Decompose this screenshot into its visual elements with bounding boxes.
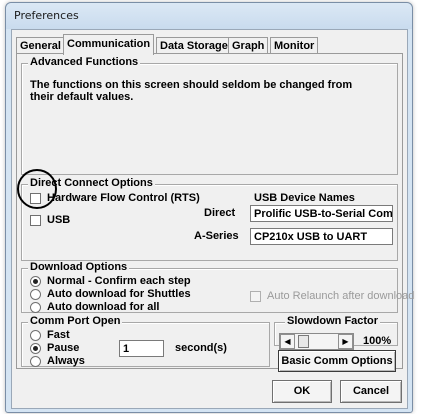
- advanced-functions-group: Advanced Functions The functions on this…: [21, 56, 398, 175]
- ok-button[interactable]: OK: [272, 380, 332, 403]
- download-options-group: Download Options Normal - Confirm each s…: [21, 261, 414, 313]
- basic-comm-options-button[interactable]: Basic Comm Options: [278, 350, 396, 372]
- window-title: Preferences: [14, 9, 79, 22]
- direct-device-field[interactable]: Prolific USB-to-Serial Comm Port: [250, 205, 393, 222]
- direct-label: Direct: [204, 207, 236, 219]
- download-all-radio[interactable]: [30, 302, 41, 313]
- comm-always-label[interactable]: Always: [47, 355, 85, 367]
- seconds-label: second(s): [175, 342, 227, 354]
- usb-device-names-label: USB Device Names: [254, 192, 355, 204]
- usb-label[interactable]: USB: [47, 214, 70, 226]
- comm-always-radio[interactable]: [30, 356, 41, 367]
- title-bar[interactable]: Preferences: [6, 3, 412, 29]
- comm-port-group: Comm Port Open Fast Pause Always 1 secon…: [21, 315, 270, 367]
- comm-fast-radio[interactable]: [30, 330, 41, 341]
- comm-fast-label[interactable]: Fast: [47, 329, 70, 341]
- scroll-left-icon[interactable]: ◀: [280, 334, 295, 349]
- download-options-legend: Download Options: [28, 261, 130, 273]
- slowdown-thumb[interactable]: [298, 335, 309, 348]
- direct-connect-group: Direct Connect Options Hardware Flow Con…: [21, 177, 398, 261]
- slowdown-value: 100%: [363, 335, 392, 347]
- download-normal-radio[interactable]: [30, 276, 41, 287]
- communication-panel: Advanced Functions The functions on this…: [16, 53, 414, 372]
- aseries-device-field[interactable]: CP210x USB to UART: [250, 228, 393, 245]
- preferences-window: Preferences General Communication Data S…: [5, 2, 414, 413]
- slowdown-scrollbar[interactable]: ◀ ▶: [279, 333, 354, 350]
- tab-graph[interactable]: Graph: [228, 37, 269, 54]
- comm-pause-label[interactable]: Pause: [47, 342, 79, 354]
- hardware-flow-checkbox[interactable]: [30, 193, 41, 204]
- tab-general[interactable]: General: [16, 37, 65, 54]
- download-normal-label[interactable]: Normal - Confirm each step: [47, 275, 191, 287]
- download-shuttles-radio[interactable]: [30, 289, 41, 300]
- usb-checkbox[interactable]: [30, 215, 41, 226]
- slowdown-legend: Slowdown Factor: [285, 315, 381, 327]
- pause-seconds-field[interactable]: 1: [119, 340, 164, 357]
- advanced-functions-description: The functions on this screen should seld…: [30, 79, 353, 103]
- scroll-right-icon[interactable]: ▶: [338, 334, 353, 349]
- tab-data-storage[interactable]: Data Storage: [156, 37, 232, 54]
- aseries-label: A-Series: [194, 230, 239, 242]
- comm-pause-radio[interactable]: [30, 343, 41, 354]
- direct-connect-legend: Direct Connect Options: [28, 177, 155, 189]
- download-all-label[interactable]: Auto download for all: [47, 301, 159, 313]
- dialog-client: General Communication Data Storage Graph…: [11, 29, 414, 409]
- comm-port-legend: Comm Port Open: [28, 315, 123, 327]
- download-shuttles-label[interactable]: Auto download for Shuttles: [47, 288, 191, 300]
- tab-communication[interactable]: Communication: [63, 34, 155, 55]
- cancel-button[interactable]: Cancel: [340, 380, 402, 403]
- hardware-flow-label[interactable]: Hardware Flow Control (RTS): [47, 192, 200, 204]
- advanced-functions-legend: Advanced Functions: [28, 56, 141, 68]
- tab-monitor[interactable]: Monitor: [270, 37, 319, 54]
- auto-relaunch-checkbox: [250, 291, 261, 302]
- auto-relaunch-label: Auto Relaunch after download: [267, 290, 415, 302]
